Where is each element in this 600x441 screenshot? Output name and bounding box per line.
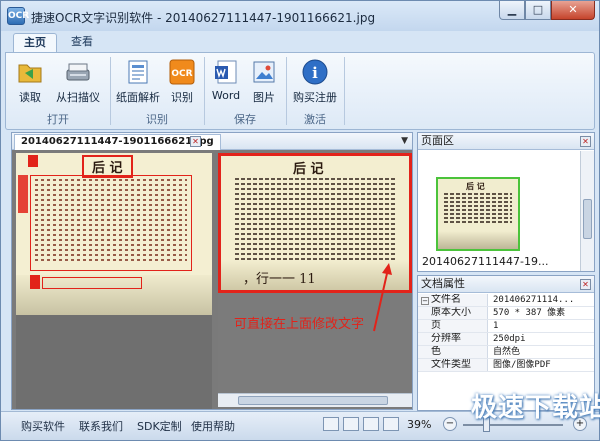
minimize-button[interactable]: ▁	[499, 1, 525, 20]
ribbon-group-open: 读取 从扫描仪 打开	[8, 55, 108, 129]
region-marker-icon	[28, 155, 38, 167]
tab-view[interactable]: 查看	[61, 33, 103, 52]
region-marker-icon	[30, 275, 40, 289]
thumbnail-panel: 页面区 ✕ 后 记 20140627111447-19...	[417, 132, 595, 272]
document-pane: 20140627111447-1901166621.jpg ✕ ▼ 后 记 后 …	[11, 132, 413, 410]
scrollbar-thumb[interactable]	[583, 199, 592, 239]
zoom-level: 39%	[407, 418, 432, 431]
property-row: 文件名 201406271114...	[418, 294, 594, 307]
help-link[interactable]: 使用帮助	[191, 418, 235, 434]
properties-table: 文件名 201406271114... 原本大小 570 * 387 像素 页1 分…	[418, 294, 594, 372]
ocr-icon: OCR	[169, 59, 195, 85]
view-text-icon[interactable]	[383, 417, 399, 431]
original-image-lower	[16, 275, 212, 409]
recognized-text-lines[interactable]	[235, 178, 395, 263]
buy-software-link[interactable]: 购买软件	[21, 418, 65, 434]
app-window: OCR 捷速OCR文字识别软件 - 20140627111447-1901166…	[0, 0, 600, 441]
scanner-button[interactable]: 从扫描仪	[52, 55, 104, 107]
info-icon-text: i	[312, 64, 318, 82]
annotation-arrow-icon	[373, 263, 392, 332]
window-title: 捷速OCR文字识别软件 - 20140627111447-1901166621.…	[31, 11, 376, 25]
ribbon-group-recognize: 纸面解析 OCR 识别 识别	[112, 55, 202, 129]
property-row: 分辨率 250dpi	[418, 333, 594, 346]
ribbon-divider	[110, 57, 111, 125]
thumbnail-text-lines	[444, 193, 512, 225]
word-icon	[215, 60, 237, 84]
original-footer-region	[42, 277, 142, 289]
properties-panel-title: 文档属性	[418, 276, 594, 293]
property-row: 文件类型 图像/图像PDF	[418, 359, 594, 372]
tab-dropdown-icon[interactable]: ▼	[401, 136, 408, 146]
collapse-toggle-icon[interactable]: −	[421, 297, 429, 305]
ribbon-tab-bar: 主页 查看	[1, 31, 599, 52]
title-bar: OCR 捷速OCR文字识别软件 - 20140627111447-1901166…	[1, 1, 599, 31]
original-text-region	[30, 175, 192, 271]
save-image-button[interactable]: 图片	[246, 55, 282, 107]
ribbon: 读取 从扫描仪 打开 纸面解析 OCR 识别 识别 Word 图片 保存 i 购…	[5, 52, 595, 130]
ribbon-divider	[344, 57, 345, 125]
group-label-recognize: 识别	[146, 113, 168, 126]
thumbnail-heading: 后 记	[466, 181, 485, 191]
page-thumbnail[interactable]: 后 记	[436, 177, 520, 251]
window-controls: ▁ □ ✕	[499, 1, 595, 21]
recognized-footer-text: ，行一一 11	[243, 272, 316, 287]
page-layout-icon	[128, 60, 148, 84]
scanner-icon	[66, 63, 90, 81]
ribbon-divider	[204, 57, 205, 125]
thumbnail-panel-title: 页面区	[418, 133, 594, 150]
sdk-custom-link[interactable]: SDK定制	[137, 418, 182, 434]
zoom-out-button[interactable]: −	[443, 417, 457, 431]
page-layout-button[interactable]: 纸面解析	[114, 55, 162, 107]
maximize-button[interactable]: □	[525, 1, 551, 20]
view-dual-icon[interactable]	[363, 417, 379, 431]
property-row: 页1	[418, 320, 594, 333]
group-label-activate: 激活	[304, 113, 326, 126]
document-tab-bar: 20140627111447-1901166621.jpg ✕ ▼	[12, 133, 412, 150]
folder-open-icon	[18, 64, 42, 83]
group-label-open: 打开	[47, 113, 69, 126]
annotation-label: 可直接在上面修改文字	[234, 317, 365, 332]
view-fit-icon[interactable]	[323, 417, 339, 431]
watermark-logo: 极速下载站	[471, 393, 600, 423]
purchase-register-button[interactable]: i 购买注册	[289, 55, 341, 107]
contact-us-link[interactable]: 联系我们	[79, 418, 123, 434]
group-label-save: 保存	[234, 113, 256, 126]
zoom-slider-track[interactable]	[463, 424, 563, 426]
property-row: 色自然色	[418, 346, 594, 359]
info-icon: i	[302, 59, 328, 85]
read-button[interactable]: 读取	[12, 55, 48, 107]
property-row: 原本大小 570 * 387 像素	[418, 307, 594, 320]
recognize-button[interactable]: OCR 识别	[164, 55, 200, 107]
ocr-icon-text: OCR	[171, 69, 192, 79]
region-marker-icon	[18, 175, 28, 213]
close-panel-icon[interactable]: ✕	[580, 136, 591, 147]
close-panel-icon[interactable]: ✕	[580, 279, 591, 290]
ribbon-group-activate: i 购买注册 激活	[288, 55, 342, 129]
image-icon	[253, 61, 275, 83]
horizontal-scrollbar[interactable]	[218, 393, 412, 407]
view-single-icon[interactable]	[343, 417, 359, 431]
recognized-heading: 后 记	[293, 162, 324, 177]
thumbnail-scrollbar[interactable]	[580, 151, 594, 271]
ribbon-divider	[286, 57, 287, 125]
app-logo-icon: OCR	[7, 7, 29, 25]
scrollbar-thumb[interactable]	[238, 396, 388, 405]
ribbon-group-save: Word 图片 保存	[206, 55, 284, 129]
save-word-button[interactable]: Word	[208, 55, 244, 107]
close-button[interactable]: ✕	[551, 1, 595, 20]
tab-home[interactable]: 主页	[13, 33, 57, 52]
thumbnail-caption: 20140627111447-19...	[422, 255, 549, 268]
close-tab-icon[interactable]: ✕	[190, 136, 201, 147]
recognized-text-view: 后 记 ，行一一 11	[218, 153, 412, 409]
landscape-strip	[438, 231, 518, 249]
original-image-view[interactable]: 后 记	[16, 153, 212, 275]
